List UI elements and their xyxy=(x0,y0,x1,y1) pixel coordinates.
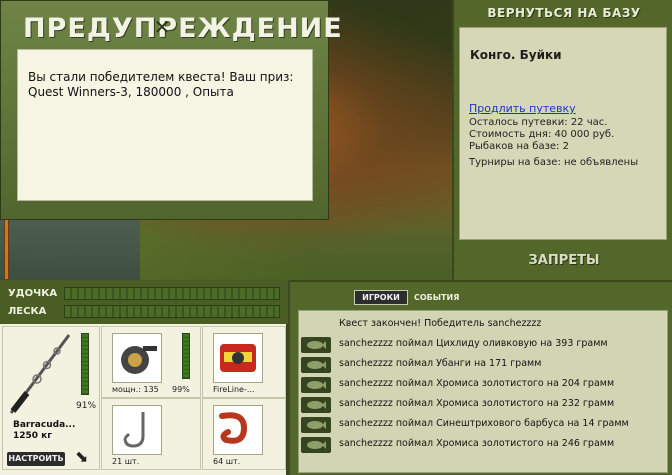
warning-dialog: ПРЕДУПРЕЖДЕНИЕ ✕ Вы стали победителем кв… xyxy=(0,0,342,220)
list-item: sanchezzzz поймал Хромиса золотистого на… xyxy=(299,435,669,455)
fish-icon xyxy=(301,437,331,453)
extend-permit-link[interactable]: Продлить путевку xyxy=(469,102,576,115)
rod-tension-bar xyxy=(64,287,280,300)
tournaments-status: Турниры на базе: не объявлены xyxy=(469,157,639,168)
list-item: sanchezzzz поймал Хромиса золотистого на… xyxy=(299,395,669,415)
event-text: sanchezzzz поймал Хромиса золотистого на… xyxy=(339,378,615,389)
warning-message: Вы стали победителем квеста! Ваш приз: Q… xyxy=(17,49,313,201)
tab-players[interactable]: ИГРОКИ xyxy=(354,290,408,305)
base-name: Конго. Буйки xyxy=(470,48,562,62)
permit-time-left: Осталось путевки: 22 час. xyxy=(469,117,608,128)
event-text: sanchezzzz поймал Цихлиду оливковую на 3… xyxy=(339,338,608,349)
fishing-rod-in-scene xyxy=(4,218,9,280)
fishing-rod-icon xyxy=(9,334,71,414)
list-item: Квест закончен! Победитель sanchezzzz xyxy=(299,315,669,335)
warning-message-line2: Quest Winners-3, 180000 , Опыта xyxy=(28,85,234,99)
line-slot[interactable]: FireLine-... xyxy=(202,326,286,398)
event-text: sanchezzzz поймал Хромиса золотистого на… xyxy=(339,438,615,449)
event-text: sanchezzzz поймал Хромиса золотистого на… xyxy=(339,398,615,409)
day-cost: Стоимость дня: 40 000 руб. xyxy=(469,129,615,140)
list-item: sanchezzzz поймал Убанги на 171 грамм xyxy=(299,355,669,375)
events-list[interactable]: Квест закончен! Победитель sanchezzzz sa… xyxy=(298,310,668,473)
event-text: sanchezzzz поймал Убанги на 171 грамм xyxy=(339,358,542,369)
rod-condition: 91% xyxy=(76,401,97,411)
fish-icon xyxy=(301,377,331,393)
reel-icon xyxy=(112,333,162,383)
hook-icon xyxy=(112,405,162,455)
tab-events[interactable]: СОБЫТИЯ xyxy=(414,291,459,304)
bans-button[interactable]: ЗАПРЕТЫ xyxy=(454,249,672,273)
setup-button[interactable]: НАСТРОИТЬ xyxy=(7,452,65,466)
rod-gauge-label: УДОЧКА xyxy=(8,288,58,299)
event-text: sanchezzzz поймал Синештрихового барбуса… xyxy=(339,418,629,429)
water-area xyxy=(0,215,140,280)
hook-count: 21 шт. xyxy=(112,457,140,466)
close-icon[interactable]: ✕ xyxy=(149,13,175,41)
fish-icon xyxy=(301,397,331,413)
reel-slot[interactable]: мощн.: 135 99% xyxy=(101,326,201,398)
bait-slot[interactable]: 64 шт. xyxy=(202,398,286,470)
base-info-box: Конго. Буйки Продлить путевку Осталось п… xyxy=(459,27,667,240)
warning-title: ПРЕДУПРЕЖДЕНИЕ xyxy=(23,13,343,44)
warning-message-line1: Вы стали победителем квеста! Ваш приз: xyxy=(28,70,294,84)
list-item: sanchezzzz поймал Синештрихового барбуса… xyxy=(299,415,669,435)
return-to-base-button[interactable]: ВЕРНУТЬСЯ НА БАЗУ xyxy=(454,0,672,26)
rod-condition-meter xyxy=(81,333,89,395)
fish-icon xyxy=(301,357,331,373)
line-gauge-label: ЛЕСКА xyxy=(8,306,47,317)
reel-condition: 99% xyxy=(172,385,190,394)
tackle-inventory: 91% Barracuda... 1250 кг НАСТРОИТЬ ⬊ мощ… xyxy=(0,324,288,475)
event-text: Квест закончен! Победитель sanchezzzz xyxy=(339,318,542,329)
line-tension-bar xyxy=(64,305,280,318)
list-item: sanchezzzz поймал Цихлиду оливковую на 3… xyxy=(299,335,669,355)
events-panel: ИГРОКИ СОБЫТИЯ Квест закончен! Победител… xyxy=(290,280,672,475)
line-spool-icon xyxy=(213,333,263,383)
reel-power: мощн.: 135 xyxy=(112,385,159,394)
rod-weight: 1250 кг xyxy=(13,431,52,441)
reel-condition-meter xyxy=(182,333,190,379)
tackle-gauges: УДОЧКА ЛЕСКА xyxy=(0,280,288,324)
base-panel: ВЕРНУТЬСЯ НА БАЗУ Конго. Буйки Продлить … xyxy=(452,0,672,280)
bait-count: 64 шт. xyxy=(213,457,241,466)
fish-icon xyxy=(301,337,331,353)
rod-name: Barracuda... xyxy=(13,420,76,430)
hook-slot[interactable]: 21 шт. xyxy=(101,398,201,470)
fish-icon xyxy=(301,417,331,433)
rod-slot[interactable]: 91% Barracuda... 1250 кг НАСТРОИТЬ ⬊ xyxy=(2,326,100,470)
arrow-down-right-icon[interactable]: ⬊ xyxy=(75,449,88,465)
list-item: sanchezzzz поймал Хромиса золотистого на… xyxy=(299,375,669,395)
line-name: FireLine-... xyxy=(213,385,255,394)
worm-bait-icon xyxy=(213,405,263,455)
anglers-count: Рыбаков на базе: 2 xyxy=(469,141,569,152)
